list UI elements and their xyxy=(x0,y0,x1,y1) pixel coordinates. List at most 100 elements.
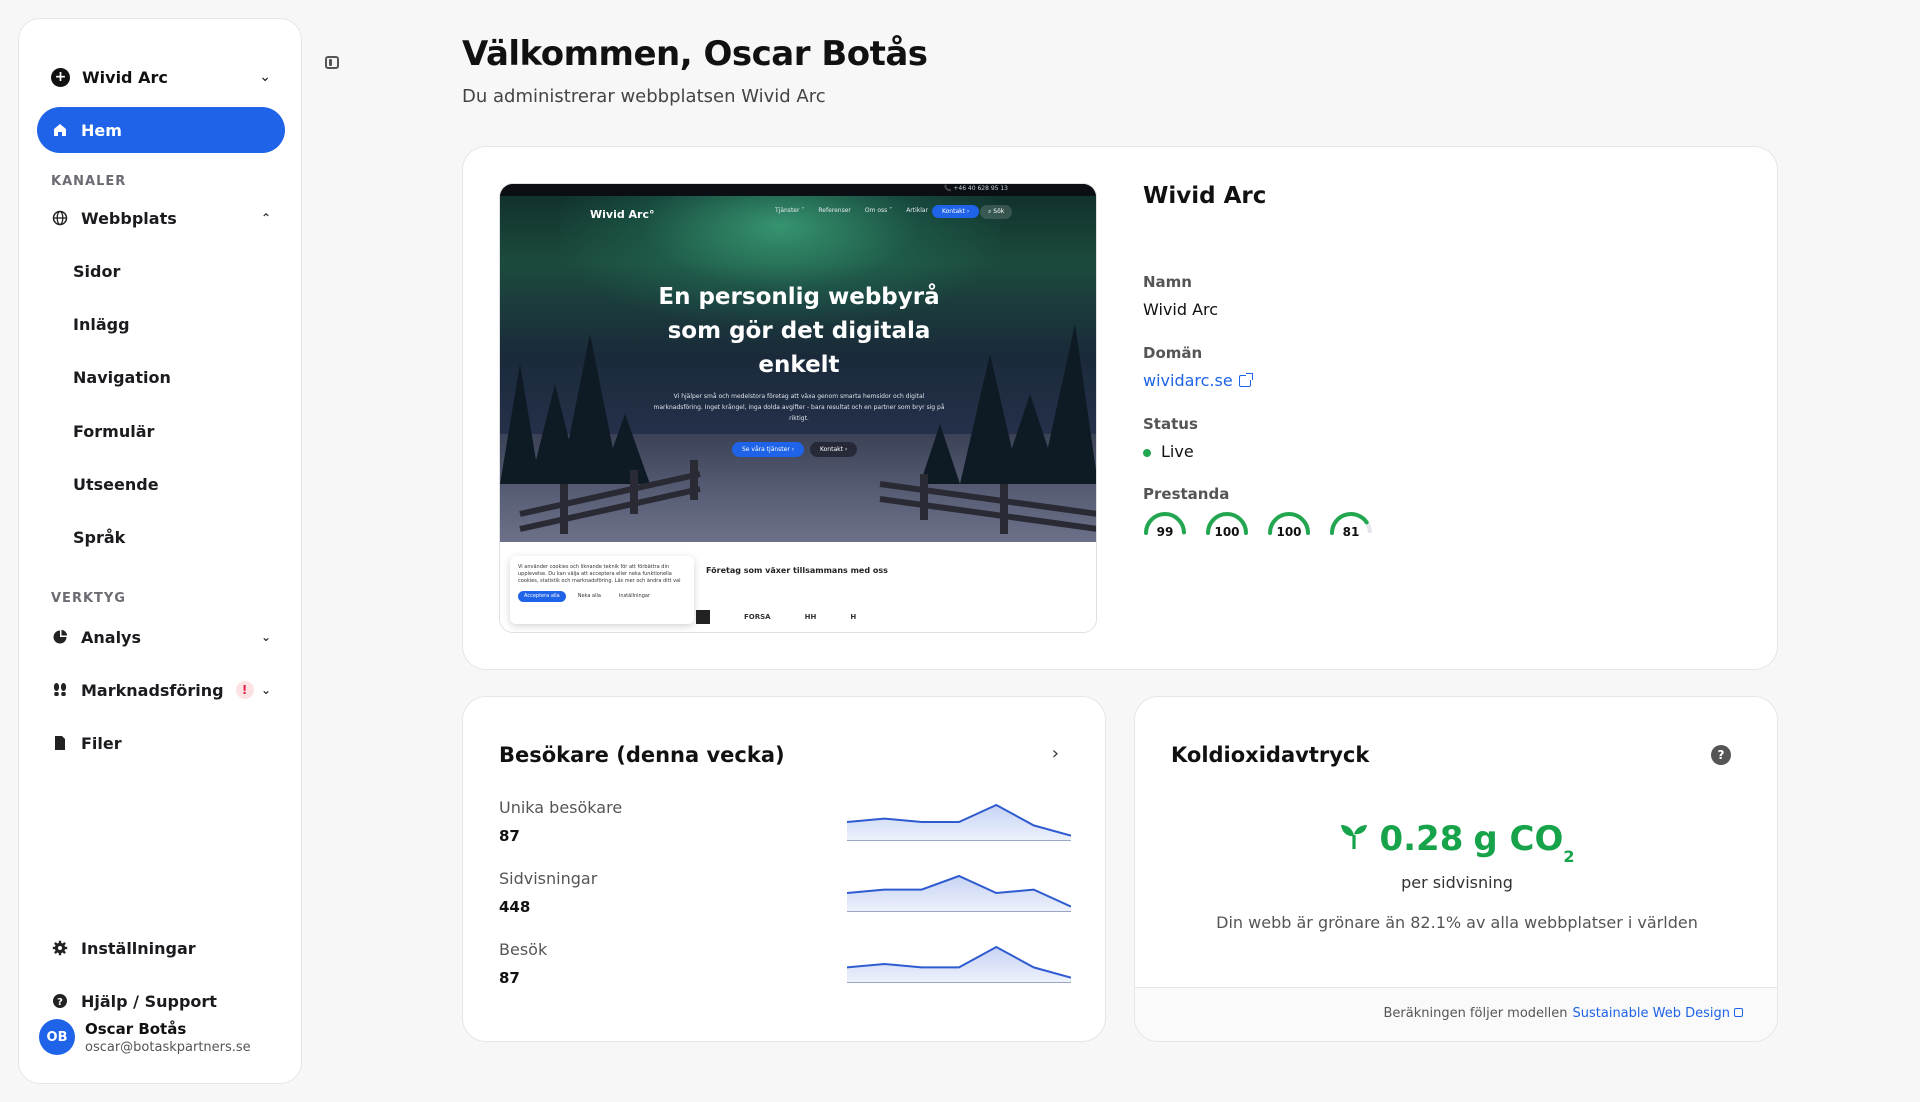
preview-topbar: 📞 +46 40 628 95 13 xyxy=(500,184,1096,196)
sparkline-area xyxy=(847,876,1071,912)
external-link-icon xyxy=(1238,372,1253,387)
preview-hero: 📞 +46 40 628 95 13 Wivid Arc° Tjänster ˅… xyxy=(500,184,1096,542)
cookie-settings: Inställningar xyxy=(618,593,650,599)
page-subtitle: Du administrerar webbplatsen Wivid Arc xyxy=(462,86,826,107)
status-badge: Live xyxy=(1143,442,1443,461)
gauge-score: 100 xyxy=(1214,525,1240,539)
site-name: Wivid Arc xyxy=(1143,183,1267,209)
nav-settings[interactable]: Inställningar xyxy=(37,925,285,971)
collapse-sidebar-button[interactable] xyxy=(318,48,346,76)
nav-files[interactable]: Filer xyxy=(37,720,285,766)
domain-link[interactable]: wividarc.se xyxy=(1143,371,1253,390)
home-icon xyxy=(51,121,69,139)
nav-marketing[interactable]: Marknadsföring ! ⌄ xyxy=(37,667,285,713)
preview-nav: Tjänster ˅ Referenser Om oss ˅ Artiklar xyxy=(775,207,928,214)
sparkline-visits xyxy=(847,945,1071,983)
nav-help-label: Hjälp / Support xyxy=(81,991,217,1011)
user-profile[interactable]: OB Oscar Botås oscar@botaskpartners.se xyxy=(39,1019,251,1055)
sidebar-toggle-icon xyxy=(325,55,339,69)
sustainable-web-design-label: Sustainable Web Design xyxy=(1572,1006,1731,1021)
visitors-title: Besökare (denna vecka) xyxy=(499,743,785,767)
chevron-down-icon: ⌄ xyxy=(259,69,271,85)
partner-logo: H xyxy=(850,613,857,621)
nav-analytics[interactable]: Analys ⌄ xyxy=(37,614,285,660)
metric-value: 87 xyxy=(499,969,520,987)
performance-scores: 99 100 100 81 xyxy=(1143,511,1373,543)
co2-unit-subscript: 2 xyxy=(1563,847,1575,866)
preview-headline: En personlig webbyrå som gör det digital… xyxy=(658,284,940,378)
co2-unit: g CO xyxy=(1473,819,1564,859)
preview-logo: Wivid Arc° xyxy=(590,208,655,221)
sidebar: + Wivid Arc ⌄ Hem KANALER Webbplats ⌃ Si… xyxy=(18,18,302,1084)
preview-lower-section: Vi använder cookies och liknande teknik … xyxy=(500,542,1096,632)
site-card: 📞 +46 40 628 95 13 Wivid Arc° Tjänster ˅… xyxy=(462,146,1778,670)
preview-nav-item: Om oss ˅ xyxy=(864,207,893,214)
preview-nav-item: Tjänster ˅ xyxy=(775,207,805,214)
cookie-text: Vi använder cookies och liknande teknik … xyxy=(518,564,681,584)
gauge-score: 100 xyxy=(1276,525,1302,539)
preview-cookie-banner: Vi använder cookies och liknande teknik … xyxy=(510,556,694,624)
chevron-up-icon: ⌃ xyxy=(260,211,271,225)
preview-services-button: Se våra tjänster › xyxy=(732,442,805,457)
co2-value: 0.28 g CO 2 xyxy=(1135,819,1777,866)
partner-logo: HH xyxy=(804,613,817,621)
preview-search-button: ⌕ Sök xyxy=(980,205,1013,219)
co2-footer: Beräkningen följer modellen Sustainable … xyxy=(1135,987,1777,1041)
performance-gauge: 100 xyxy=(1205,511,1249,543)
pie-chart-icon xyxy=(51,628,69,646)
workspace-name: Wivid Arc xyxy=(82,67,168,87)
visitors-card[interactable]: Besökare (denna vecka) › Unika besökare … xyxy=(462,696,1106,1042)
preview-body: Vi hjälper små och medelstora företag at… xyxy=(653,393,945,422)
nav-language[interactable]: Språk xyxy=(73,517,125,557)
site-preview-thumbnail[interactable]: 📞 +46 40 628 95 13 Wivid Arc° Tjänster ˅… xyxy=(499,183,1097,633)
metric-value: 87 xyxy=(499,827,520,845)
preview-kontakt-button: Kontakt › xyxy=(932,205,980,218)
performance-gauge: 99 xyxy=(1143,511,1187,543)
user-name: Oscar Botås xyxy=(85,1019,187,1038)
co2-number: 0.28 xyxy=(1379,819,1464,859)
metric-label: Sidvisningar xyxy=(499,869,598,888)
metric-label: Unika besökare xyxy=(499,798,623,817)
site-info: Wivid Arc Namn Wivid Arc Domän wividarc.… xyxy=(1143,183,1372,539)
domain-label: Domän xyxy=(1143,344,1203,362)
performance-label: Prestanda xyxy=(1143,485,1230,503)
section-channels: KANALER xyxy=(51,174,127,189)
nav-help[interactable]: ? Hjälp / Support xyxy=(37,978,285,1024)
metric-value: 448 xyxy=(499,898,531,916)
nav-website[interactable]: Webbplats ⌃ xyxy=(37,195,285,241)
preview-nav-item: Artiklar xyxy=(906,207,929,214)
nav-home[interactable]: Hem xyxy=(37,107,285,153)
help-circle-icon: ? xyxy=(51,992,69,1010)
gauge-score: 99 xyxy=(1156,525,1174,539)
page-title: Välkommen, Oscar Botås xyxy=(462,34,928,74)
preview-contact-button: Kontakt › xyxy=(810,442,858,457)
cookie-accept: Acceptera alla xyxy=(518,591,566,602)
help-icon[interactable]: ? xyxy=(1711,745,1731,765)
preview-nav-item: Referenser xyxy=(818,207,851,214)
performance-gauge: 81 xyxy=(1329,511,1373,543)
nav-navigation[interactable]: Navigation xyxy=(73,357,171,397)
preview-partner-logos: FORSA HH H xyxy=(696,608,996,626)
nav-pages[interactable]: Sidor xyxy=(73,251,120,291)
domain-value: wividarc.se xyxy=(1143,371,1233,390)
alert-badge: ! xyxy=(235,681,254,699)
avatar: OB xyxy=(39,1019,75,1055)
chevron-right-icon[interactable]: › xyxy=(1052,743,1059,764)
nav-appearance[interactable]: Utseende xyxy=(73,464,159,504)
gear-icon xyxy=(51,939,69,957)
sustainable-web-design-link[interactable]: Sustainable Web Design xyxy=(1572,1006,1743,1021)
co2-footer-text: Beräkningen följer modellen xyxy=(1383,1006,1568,1021)
name-value: Wivid Arc xyxy=(1143,300,1219,319)
sparkline-unique-visitors xyxy=(847,803,1071,841)
co2-per: per sidvisning xyxy=(1401,873,1513,892)
workspace-plus-icon: + xyxy=(51,67,70,87)
workspace-switcher[interactable]: + Wivid Arc ⌄ xyxy=(39,49,283,105)
co2-comparison: Din webb är grönare än 82.1% av alla web… xyxy=(1216,913,1698,932)
user-email: oscar@botaskpartners.se xyxy=(85,1039,251,1055)
footprints-icon xyxy=(51,681,69,699)
nav-files-label: Filer xyxy=(81,733,122,753)
partner-logo: FORSA xyxy=(744,613,771,621)
nav-posts[interactable]: Inlägg xyxy=(73,304,130,344)
performance-gauge: 100 xyxy=(1267,511,1311,543)
nav-forms[interactable]: Formulär xyxy=(73,411,154,451)
